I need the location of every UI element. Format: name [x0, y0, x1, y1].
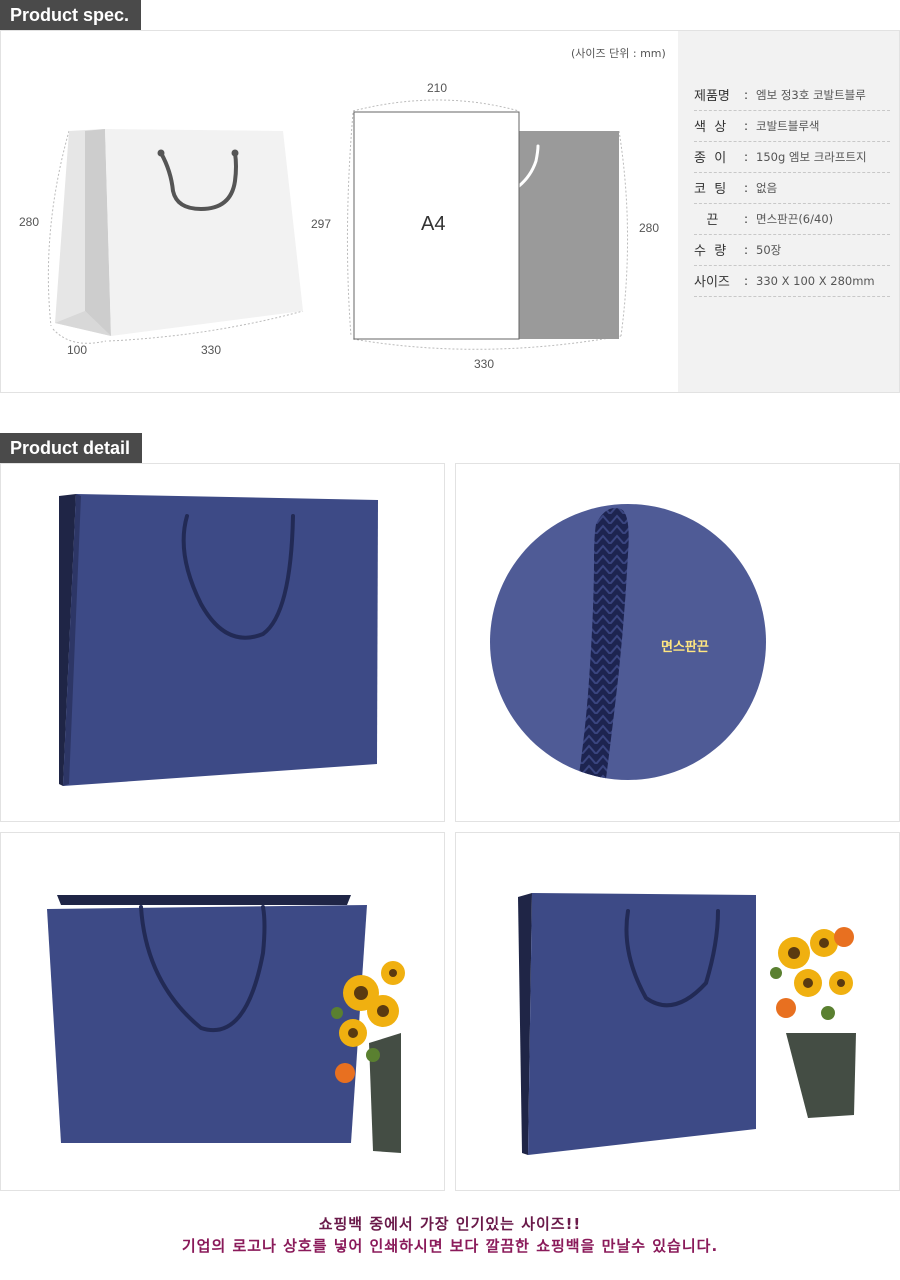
spec-key: 수 량: [694, 244, 727, 259]
compare-height-label: 280: [639, 221, 660, 235]
footer-headline: 쇼핑백 중에서 가장 인기있는 사이즈!!: [318, 1215, 582, 1233]
spec-row-handle: 끈: 면스판끈(6/40): [694, 203, 890, 235]
detail-photo-handle-closeup: 면스판끈: [455, 463, 900, 822]
spec-value: 면스판끈(6/40): [756, 211, 834, 226]
spec-value: 없음: [756, 180, 778, 195]
spec-key: 끈: [694, 213, 719, 228]
spec-key: 색 상: [694, 120, 727, 135]
footer-description: 기업의 로고나 상호를 넣어 인쇄하시면 보다 깔끔한 쇼핑백을 만날수 있습니…: [181, 1237, 719, 1255]
spec-value: 코발트블루색: [756, 118, 820, 133]
spec-row-quantity: 수 량:50장: [694, 234, 890, 266]
detail-photo-open-with-flowers: [0, 832, 445, 1191]
spec-row-size: 사이즈:330 X 100 X 280mm: [694, 265, 890, 297]
spec-value: 330 X 100 X 280mm: [756, 273, 875, 288]
bag-height-label: 280: [19, 215, 40, 229]
product-spec-heading: Product spec.: [0, 0, 142, 30]
a4-height-label: 297: [311, 217, 332, 231]
product-detail-heading: Product detail: [0, 433, 143, 463]
spec-key: 코 팅: [694, 182, 727, 197]
spec-row-color: 색 상: 코발트블루색: [694, 110, 890, 142]
spec-key: 제품명: [694, 89, 730, 104]
a4-comparison-drawing: [346, 99, 629, 350]
spec-value: 엠보 정3호 코발트블루: [756, 87, 866, 102]
detail-photo-angled-with-flowers: [455, 832, 900, 1191]
a4-label: A4: [421, 213, 446, 235]
product-spec-box: (사이즈 단위 : mm) 280 100 330 210 297 A4 280…: [0, 30, 900, 393]
handle-callout-label: 면스판끈: [661, 640, 709, 655]
spec-row-coating: 코 팅: 없음: [694, 172, 890, 204]
bag-gusset-label: 100: [67, 343, 88, 357]
spec-key: 사이즈: [694, 275, 730, 290]
spec-value: 150g 엠보 크라프트지: [756, 149, 867, 164]
bag-width-label: 330: [201, 343, 222, 357]
bag-dimension-drawing: [47, 129, 304, 344]
spec-row-paper: 종 이:150g 엠보 크라프트지: [694, 141, 890, 173]
a4-width-label: 210: [427, 81, 448, 95]
spec-value: 50장: [756, 242, 782, 257]
detail-photo-front: [0, 463, 445, 822]
spec-row-product-name: 제품명: 엠보 정3호 코발트블루: [694, 79, 890, 111]
spec-key: 종 이: [694, 151, 727, 166]
compare-width-label: 330: [474, 357, 495, 371]
